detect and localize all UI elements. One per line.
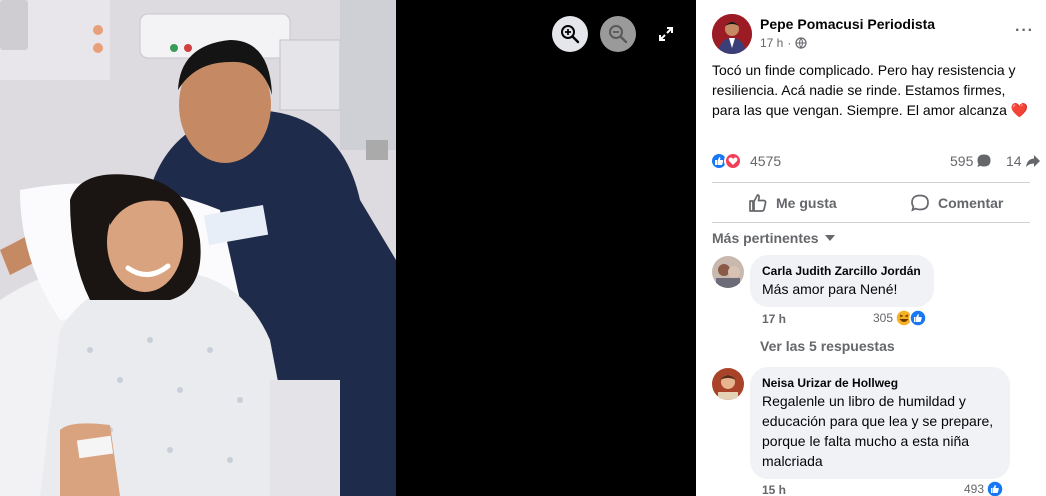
comment-time[interactable]: 15 h bbox=[762, 483, 786, 496]
thumbs-up-icon bbox=[749, 194, 767, 212]
share-arrow-icon bbox=[1025, 155, 1040, 167]
actions-divider bbox=[712, 222, 1030, 223]
post-panel: Pepe Pomacusi Periodista 17 h · ··· Tocó… bbox=[696, 0, 1046, 496]
post-body: Tocó un finde complicado. Pero hay resis… bbox=[712, 62, 1016, 118]
globe-icon bbox=[795, 37, 807, 49]
reaction-icons[interactable] bbox=[710, 152, 742, 170]
comment-text: Más amor para Nené! bbox=[762, 281, 898, 297]
comment-icon bbox=[911, 194, 929, 212]
share-count-value: 14 bbox=[1006, 153, 1022, 169]
separator-dot: · bbox=[787, 36, 792, 50]
like-label: Me gusta bbox=[776, 195, 837, 211]
comment-time[interactable]: 17 h bbox=[762, 312, 786, 326]
post-meta: 17 h · bbox=[760, 36, 807, 50]
post-time[interactable]: 17 h bbox=[760, 36, 783, 50]
love-reaction-icon bbox=[724, 152, 742, 170]
zoom-out-icon bbox=[609, 25, 628, 44]
reaction-count[interactable]: 4575 bbox=[750, 153, 781, 169]
like-reaction-icon bbox=[986, 480, 1004, 496]
comment-text: Regalenle un libro de humildad y educaci… bbox=[762, 393, 994, 469]
more-options-button[interactable]: ··· bbox=[1015, 22, 1034, 40]
comment-reaction-count: 305 bbox=[873, 311, 894, 325]
comments-sort-dropdown[interactable]: Más pertinentes bbox=[712, 230, 835, 246]
post-text: Tocó un finde complicado. Pero hay resis… bbox=[712, 60, 1036, 120]
avatar-image bbox=[712, 14, 752, 54]
caret-down-icon bbox=[824, 235, 835, 241]
post-photo[interactable] bbox=[0, 0, 396, 496]
comment-bubble-icon bbox=[977, 154, 991, 167]
comments-sort-label: Más pertinentes bbox=[712, 230, 819, 246]
comment-bubble: Neisa Urizar de Hollweg Regalenle un lib… bbox=[750, 367, 1010, 479]
stats-divider bbox=[712, 182, 1030, 183]
comment-author[interactable]: Carla Judith Zarcillo Jordán bbox=[762, 263, 922, 279]
comment-reaction-count: 493 bbox=[964, 482, 985, 496]
like-button[interactable]: Me gusta bbox=[748, 186, 837, 220]
comment-count[interactable]: 595 bbox=[950, 153, 992, 169]
share-count[interactable]: 14 bbox=[1006, 153, 1041, 169]
comment-label: Comentar bbox=[938, 195, 1004, 211]
fullscreen-button[interactable] bbox=[648, 16, 684, 52]
photo-illustration bbox=[0, 0, 396, 496]
comment-reactions[interactable]: 493 bbox=[964, 480, 1004, 496]
comment-author[interactable]: Neisa Urizar de Hollweg bbox=[762, 375, 998, 391]
author-name[interactable]: Pepe Pomacusi Periodista bbox=[760, 16, 935, 32]
comment-count-value: 595 bbox=[950, 153, 974, 169]
commenter-avatar-image bbox=[712, 256, 744, 288]
comment-bubble: Carla Judith Zarcillo Jordán Más amor pa… bbox=[750, 255, 934, 307]
zoom-out-button[interactable] bbox=[600, 16, 636, 52]
fullscreen-icon bbox=[659, 27, 673, 41]
view-replies-button[interactable]: Ver las 5 respuestas bbox=[760, 338, 895, 354]
zoom-in-button[interactable] bbox=[552, 16, 588, 52]
commenter-avatar[interactable] bbox=[712, 368, 744, 400]
commenter-avatar[interactable] bbox=[712, 256, 744, 288]
author-avatar[interactable] bbox=[712, 14, 752, 54]
comment-reactions[interactable]: 305 bbox=[873, 309, 927, 327]
zoom-in-icon bbox=[561, 25, 580, 44]
heart-emoji: ❤️ bbox=[1010, 102, 1029, 118]
photo-viewer bbox=[0, 0, 696, 496]
post-stats: 4575 595 14 bbox=[710, 150, 1040, 174]
like-reaction-icon bbox=[909, 309, 927, 327]
comment-button[interactable]: Comentar bbox=[910, 186, 1003, 220]
commenter-avatar-image bbox=[712, 368, 744, 400]
post-header: Pepe Pomacusi Periodista 17 h · ··· bbox=[712, 12, 1042, 56]
